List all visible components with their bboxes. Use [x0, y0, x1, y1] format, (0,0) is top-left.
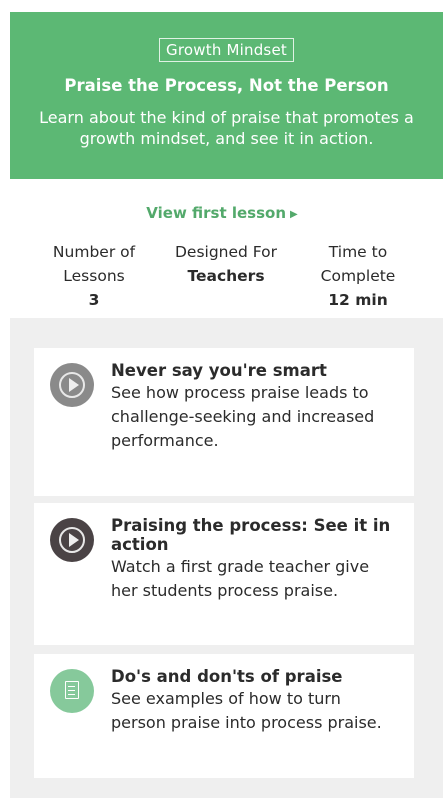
stat-number-of-lessons: Number of Lessons 3 [42, 240, 146, 312]
lesson-title: Never say you're smart [111, 361, 327, 380]
document-icon [50, 669, 94, 713]
stat-designed-for: Designed For Teachers [160, 240, 292, 288]
stat-label: Designed For [174, 243, 278, 261]
course-header: Growth Mindset Praise the Process, Not t… [10, 12, 443, 179]
lesson-description: See how process praise leads to challeng… [111, 383, 375, 450]
stat-value: 3 [88, 291, 100, 309]
lesson-card[interactable]: Do's and don'ts of praise See examples o… [34, 654, 414, 778]
lesson-description: See examples of how to turn person prais… [111, 689, 382, 732]
course-title: Praise the Process, Not the Person [64, 76, 389, 95]
course-description: Learn about the kind of praise that prom… [39, 108, 414, 148]
caret-right-icon: ▶ [290, 209, 298, 220]
lesson-title: Praising the process: See it in action [111, 516, 391, 554]
stat-time-to-complete: Time to Complete 12 min [310, 240, 406, 312]
lesson-card[interactable]: Never say you're smart See how process p… [34, 348, 414, 496]
play-icon[interactable] [50, 518, 94, 562]
lesson-description: Watch a first grade teacher give her stu… [111, 557, 370, 600]
lesson-list: Never say you're smart See how process p… [10, 318, 443, 798]
play-icon[interactable] [50, 363, 94, 407]
stat-value: Teachers [187, 267, 265, 285]
stat-label: Number of Lessons [52, 243, 136, 285]
course-stats: Number of Lessons 3 Designed For Teacher… [0, 240, 444, 312]
view-first-lesson-label: View first lesson [146, 204, 287, 222]
stat-value: 12 min [328, 291, 388, 309]
topic-tag: Growth Mindset [159, 38, 294, 62]
lesson-title: Do's and don'ts of praise [111, 667, 343, 686]
view-first-lesson-link[interactable]: View first lesson ▶ [0, 204, 444, 222]
stat-label: Time to Complete [320, 243, 396, 285]
lesson-card[interactable]: Praising the process: See it in action W… [34, 503, 414, 645]
